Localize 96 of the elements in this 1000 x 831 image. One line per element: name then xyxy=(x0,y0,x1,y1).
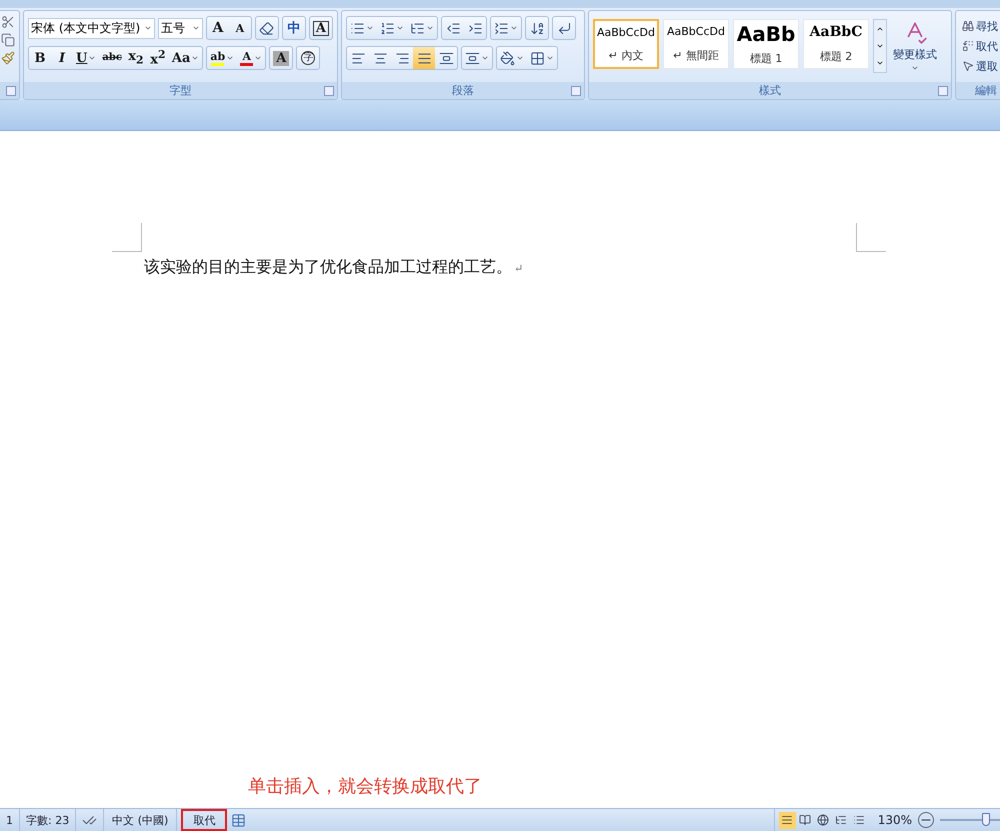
align-icon xyxy=(394,50,410,66)
annotation-text: 单击插入，就会转换成取代了 xyxy=(248,775,482,798)
editing-item[interactable]: 取代 xyxy=(962,37,1000,55)
editing-item[interactable]: 尋找 xyxy=(962,17,1000,35)
language-indicator[interactable]: 中文 (中國) xyxy=(104,809,178,831)
bullet-list-icon xyxy=(350,20,365,36)
view-icon xyxy=(781,814,794,826)
italic-button[interactable]: I xyxy=(51,47,73,69)
launcher-icon[interactable] xyxy=(938,86,948,96)
shrink-font-button[interactable]: A xyxy=(228,17,251,39)
group-label: 字型 xyxy=(24,82,337,99)
line-spacing-icon xyxy=(465,50,480,66)
highlight-button[interactable]: ab xyxy=(207,47,238,69)
caret-icon xyxy=(426,24,434,32)
group-label: 段落 xyxy=(342,82,584,99)
launcher-icon[interactable] xyxy=(6,86,16,96)
caret-icon xyxy=(366,24,374,32)
style-preview: AaBb xyxy=(736,22,796,46)
paint-bucket-icon xyxy=(500,50,515,66)
style-name: 標題 2 xyxy=(820,48,852,64)
numbered-list-icon xyxy=(380,20,395,36)
view-icon xyxy=(835,814,848,826)
caret-icon xyxy=(510,24,518,32)
view-icon xyxy=(817,814,830,826)
return-arrow-icon xyxy=(556,20,572,36)
style-preview: AaBbCcDd xyxy=(597,26,655,38)
align-icon xyxy=(372,50,388,66)
style-swatch[interactable]: AaBbCcDd ↵ 無間距 xyxy=(663,19,729,69)
document-text: 该实验的目的主要是为了优化食品加工过程的工艺。 xyxy=(144,257,512,278)
script-button[interactable]: x$^{2}$ xyxy=(146,47,169,69)
style-preview: AaBbC xyxy=(810,24,862,40)
caret-icon xyxy=(911,64,919,72)
style-name: ↵ 無間距 xyxy=(673,48,719,63)
copy-icon[interactable] xyxy=(1,33,15,47)
caret-icon xyxy=(396,24,404,32)
outdent-icon xyxy=(446,20,460,36)
layout-icon xyxy=(494,20,509,36)
phonetic-guide-button[interactable]: 中 xyxy=(282,17,305,39)
plain-button[interactable]: Aa xyxy=(168,47,202,69)
caret-icon xyxy=(516,54,524,62)
caret-icon xyxy=(192,24,200,32)
indent-icon xyxy=(468,20,482,36)
caret-icon xyxy=(254,54,262,62)
style-name: ↵ 內文 xyxy=(608,48,644,62)
zoom-out-icon[interactable] xyxy=(918,812,934,828)
change-styles-button[interactable]: 變更樣式 xyxy=(891,19,939,72)
macro-icon[interactable] xyxy=(231,812,246,828)
replace-icon xyxy=(962,40,974,52)
margin-corner-mark xyxy=(856,223,886,252)
launcher-icon[interactable] xyxy=(571,86,581,96)
style-preview: AaBbCcDd xyxy=(667,25,725,38)
list-tree-icon xyxy=(410,20,425,36)
strike-button[interactable]: abc xyxy=(99,47,125,69)
view-button[interactable] xyxy=(778,812,796,828)
font-name-field[interactable]: 宋体 (本文中文字型) xyxy=(28,18,155,38)
pointer-icon xyxy=(962,60,974,72)
eraser-icon xyxy=(259,20,274,36)
brush-icon[interactable] xyxy=(1,51,15,65)
caret-icon xyxy=(226,54,234,62)
font-size-field[interactable]: 五号 xyxy=(158,18,203,38)
fontcolor-button[interactable]: A xyxy=(237,47,266,69)
page-number[interactable]: 1 xyxy=(0,809,20,831)
overtype-mode-button[interactable]: 取代 xyxy=(181,809,228,831)
paragraph-mark: ↵ xyxy=(514,262,524,275)
caret-icon xyxy=(191,54,200,62)
grow-font-button[interactable]: A xyxy=(206,17,229,39)
align-icon xyxy=(350,50,366,66)
word-count[interactable]: 字數: 23 xyxy=(20,809,76,831)
zoom-level[interactable]: 130% xyxy=(872,813,918,827)
style-swatch[interactable]: AaBbCcDd ↵ 內文 xyxy=(593,19,659,69)
grid-icon xyxy=(530,50,545,66)
caret-icon xyxy=(481,54,489,62)
underline-button[interactable]: U xyxy=(73,47,100,69)
gallery-scrollbar[interactable] xyxy=(873,19,887,73)
align-button[interactable] xyxy=(413,47,435,69)
caret-icon xyxy=(546,54,554,62)
align-icon xyxy=(416,50,432,66)
editing-item[interactable]: 選取 xyxy=(962,57,1000,75)
bold-button[interactable]: B xyxy=(29,47,51,69)
circled-button[interactable]: 字 xyxy=(297,47,320,69)
style-name: 標題 1 xyxy=(750,50,782,66)
align-icon xyxy=(438,50,454,66)
binoculars-icon xyxy=(962,20,974,32)
script-button[interactable]: x$_{2}$ xyxy=(124,47,147,69)
caret-icon xyxy=(144,24,152,32)
sort-icon xyxy=(530,20,544,36)
scissors-icon[interactable] xyxy=(1,15,15,29)
view-icon xyxy=(799,814,812,826)
style-swatch[interactable]: AaBb 標題 1 xyxy=(733,19,799,69)
caret-icon xyxy=(88,54,96,62)
margin-corner-mark xyxy=(112,223,142,252)
launcher-icon[interactable] xyxy=(324,86,334,96)
group-label: 編輯 xyxy=(956,82,1000,99)
zoom-slider-thumb[interactable] xyxy=(982,813,990,826)
group-label: 樣式 xyxy=(589,82,951,99)
style-swatch[interactable]: AaBbC 標題 2 xyxy=(803,19,869,69)
